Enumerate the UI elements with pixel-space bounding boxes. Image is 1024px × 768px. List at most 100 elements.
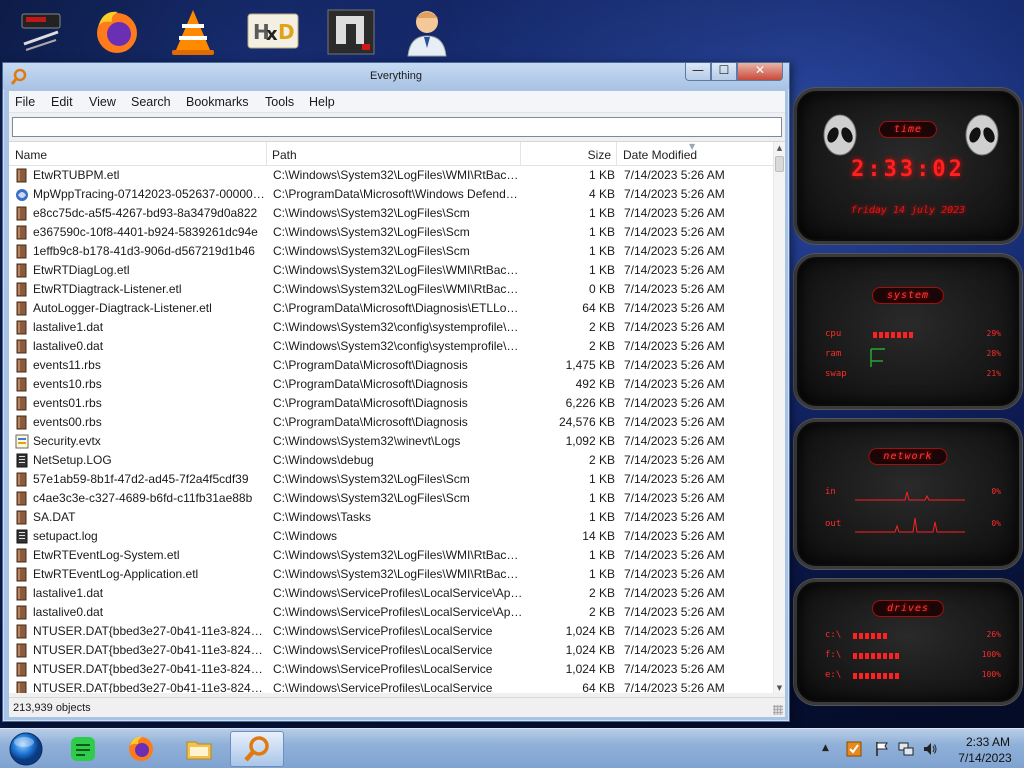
resize-grip-icon[interactable] (773, 705, 783, 715)
minimize-button[interactable]: — (685, 63, 711, 81)
taskbar-date[interactable]: 7/14/2023 (948, 751, 1022, 765)
table-row[interactable]: lastalive1.dat C:\Windows\System32\config… (9, 318, 773, 337)
search-input[interactable] (13, 118, 781, 136)
window-client: File Edit View Search Bookmarks Tools He… (9, 91, 785, 717)
title-bar[interactable]: Everything — ☐ ✕ (3, 63, 789, 89)
file-date-modified: 7/14/2023 5:26 AM (624, 187, 725, 201)
table-row[interactable]: events01.rbs C:\ProgramData\Microsoft\Dia… (9, 394, 773, 413)
table-row[interactable]: NTUSER.DAT{bbed3e27-0b41-11e3-8249-d6...… (9, 660, 773, 679)
table-row[interactable]: Security.evtx C:\Windows\System32\winevt\… (9, 432, 773, 451)
menu-view[interactable]: View (89, 95, 116, 109)
file-name: SA.DAT (33, 510, 76, 524)
taskbar-notes[interactable] (56, 731, 110, 767)
system-gadget: system cpu 29% ram 28% swap 21% (794, 254, 1022, 409)
maximize-button[interactable]: ☐ (711, 63, 737, 81)
menu-tools[interactable]: Tools (265, 95, 294, 109)
file-name: c4ae3c3e-c327-4689-b6fd-c11fb31ae88b (33, 491, 253, 505)
cpu-bar (873, 332, 914, 338)
file-date-modified: 7/14/2023 5:26 AM (624, 605, 725, 619)
net-in-row: in 0% (825, 484, 1001, 502)
file-size: 2 KB (588, 605, 615, 619)
app-icon[interactable] (322, 4, 380, 58)
hxd-icon[interactable]: HxD (244, 4, 302, 58)
file-icon (15, 358, 29, 373)
file-name: lastalive1.dat (33, 586, 104, 600)
flag-icon[interactable] (874, 741, 890, 757)
taskbar-explorer[interactable] (172, 731, 226, 767)
vlc-icon[interactable] (164, 4, 222, 58)
net-in-value: 0% (991, 487, 1001, 496)
table-row[interactable]: EtwRTUBPM.etl C:\Windows\System32\LogFile… (9, 166, 773, 185)
scroll-thumb[interactable] (775, 156, 784, 172)
net-out-value: 0% (991, 519, 1001, 528)
file-date-modified: 7/14/2023 5:26 AM (624, 434, 725, 448)
file-size: 64 KB (582, 681, 615, 693)
defender-icon (15, 187, 29, 202)
doctor-icon[interactable] (398, 4, 456, 58)
taskbar-firefox[interactable] (114, 731, 168, 767)
file-date-modified: 7/14/2023 5:26 AM (624, 244, 725, 258)
scroll-up-icon[interactable]: ▲ (774, 142, 785, 154)
menu-edit[interactable]: Edit (51, 95, 73, 109)
table-row[interactable]: c4ae3c3e-c327-4689-b6fd-c11fb31ae88b C:\W… (9, 489, 773, 508)
table-row[interactable]: SA.DAT C:\Windows\Tasks 1 KB 7/14/2023 5:26… (9, 508, 773, 527)
show-hidden-icon[interactable]: ▲ (822, 743, 838, 759)
menu-file[interactable]: File (15, 95, 35, 109)
scroll-down-icon[interactable]: ▼ (774, 682, 785, 693)
table-row[interactable]: e8cc75dc-a5f5-4267-bd93-8a3479d0a822 C:\W… (9, 204, 773, 223)
drive-row: f:\ 100% (825, 650, 1001, 664)
table-row[interactable]: EtwRTDiagLog.etl C:\Windows\System32\LogF… (9, 261, 773, 280)
file-icon (15, 643, 29, 658)
firefox-icon[interactable] (88, 4, 146, 58)
table-row[interactable]: events00.rbs C:\ProgramData\Microsoft\Dia… (9, 413, 773, 432)
table-row[interactable]: setupact.log C:\Windows 14 KB 7/14/2023 5:2… (9, 527, 773, 546)
table-row[interactable]: NTUSER.DAT{bbed3e27-0b41-11e3-8249-d6...… (9, 622, 773, 641)
file-date-modified: 7/14/2023 5:26 AM (624, 282, 725, 296)
table-row[interactable]: e367590c-10f8-4401-b924-5839261dc94e C:\W… (9, 223, 773, 242)
menu-bookmarks[interactable]: Bookmarks (186, 95, 249, 109)
menu-search[interactable]: Search (131, 95, 171, 109)
table-row[interactable]: EtwRTEventLog-System.etl C:\Windows\Syste… (9, 546, 773, 565)
table-row[interactable]: NTUSER.DAT{bbed3e27-0b41-11e3-8249-d6...… (9, 679, 773, 693)
gadget-date: friday 14 july 2023 (850, 205, 966, 216)
table-row[interactable]: EtwRTDiagtrack-Listener.etl C:\Windows\Sy… (9, 280, 773, 299)
table-row[interactable]: events11.rbs C:\ProgramData\Microsoft\Dia… (9, 356, 773, 375)
taskbar-everything[interactable] (230, 731, 284, 767)
ram-label: ram (825, 349, 842, 359)
file-date-modified: 7/14/2023 5:26 AM (624, 396, 725, 410)
table-row[interactable]: lastalive0.dat C:\Windows\ServiceProfiles… (9, 603, 773, 622)
window-title: Everything (370, 70, 422, 82)
file-icon (15, 282, 29, 297)
file-name: NTUSER.DAT{bbed3e27-0b41-11e3-8249-d6... (33, 662, 269, 676)
table-row[interactable]: NetSetup.LOG C:\Windows\debug 2 KB 7/14/202… (9, 451, 773, 470)
column-name[interactable]: Name (9, 142, 267, 166)
taskbar-time[interactable]: 2:33 AM (958, 735, 1018, 749)
table-row[interactable]: NTUSER.DAT{bbed3e27-0b41-11e3-8249-d6...… (9, 641, 773, 660)
table-row[interactable]: events10.rbs C:\ProgramData\Microsoft\Dia… (9, 375, 773, 394)
column-path[interactable]: Path (267, 142, 521, 166)
menu-help[interactable]: Help (309, 95, 335, 109)
table-row[interactable]: MpWppTracing-07142023-052637-00000003...… (9, 185, 773, 204)
table-row[interactable]: AutoLogger-Diagtrack-Listener.etl C:\Prog… (9, 299, 773, 318)
table-row[interactable]: lastalive0.dat C:\Windows\System32\config… (9, 337, 773, 356)
start-orb-icon[interactable] (6, 731, 46, 767)
net-in-label: in (825, 487, 836, 497)
table-row[interactable]: EtwRTEventLog-Application.etl C:\Windows\… (9, 565, 773, 584)
file-name: setupact.log (33, 529, 98, 543)
table-row[interactable]: lastalive1.dat C:\Windows\ServiceProfiles… (9, 584, 773, 603)
tool-icon[interactable] (12, 4, 70, 58)
file-name: EtwRTEventLog-System.etl (33, 548, 180, 562)
table-row[interactable]: 1effb9c8-b178-41d3-906d-d567219d1b46 C:\W… (9, 242, 773, 261)
security-icon[interactable] (846, 741, 862, 757)
file-path: C:\ProgramData\Microsoft\Diagnosis (273, 396, 468, 410)
file-size: 1,024 KB (565, 662, 615, 676)
file-name: 1effb9c8-b178-41d3-906d-d567219d1b46 (33, 244, 255, 258)
column-size[interactable]: Size (521, 142, 617, 166)
table-row[interactable]: 57e1ab59-8b1f-47d2-ad45-7f2a4f5cdf39 C:\W… (9, 470, 773, 489)
vertical-scrollbar[interactable]: ▲ ▼ (773, 142, 785, 693)
file-path: C:\Windows\System32\LogFiles\Scm (273, 491, 470, 505)
close-button[interactable]: ✕ (737, 63, 783, 81)
network-icon[interactable] (898, 741, 914, 757)
file-date-modified: 7/14/2023 5:26 AM (624, 510, 725, 524)
volume-icon[interactable] (922, 741, 938, 757)
